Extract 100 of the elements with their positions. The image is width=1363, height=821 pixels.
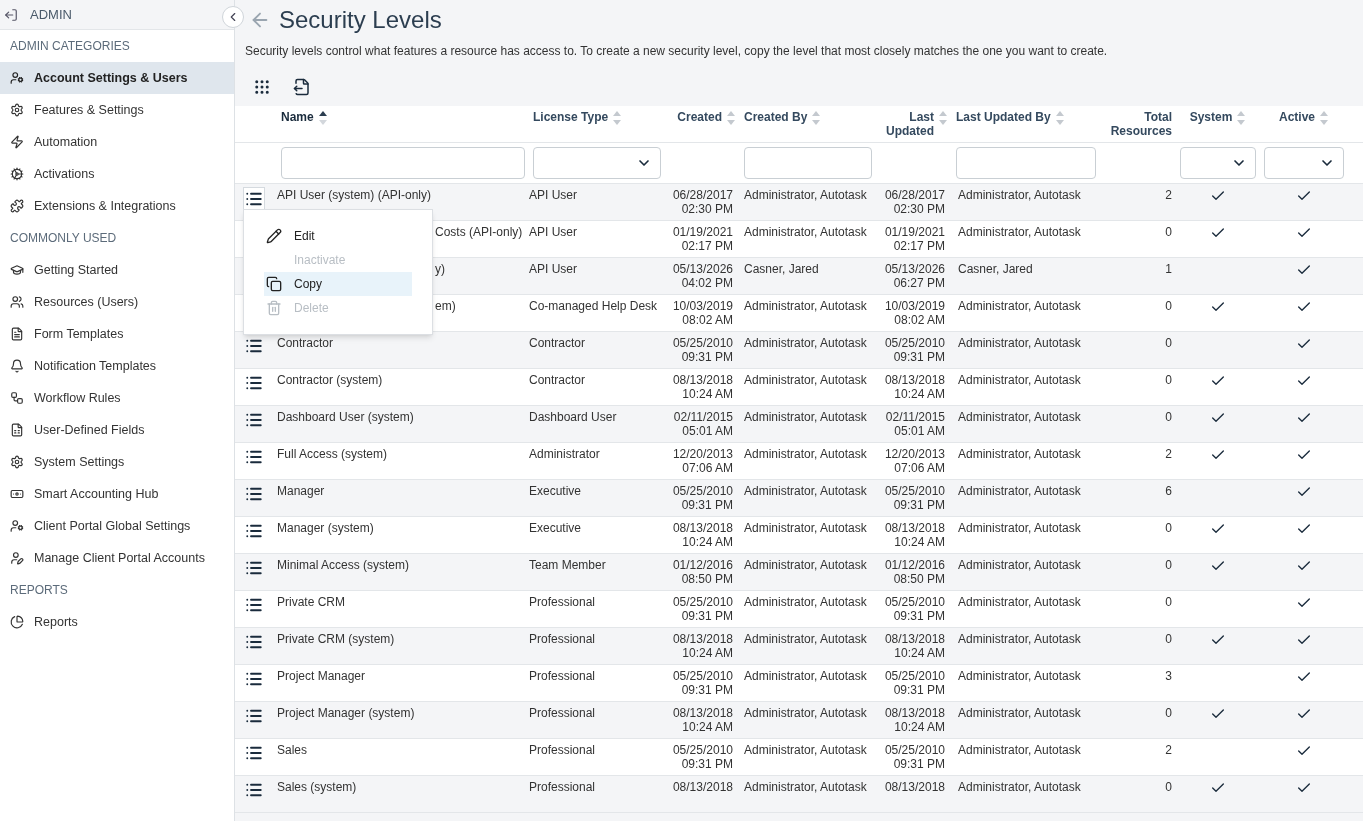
sidebar-item[interactable]: User-Defined Fields (0, 414, 234, 446)
menu-item-icon (10, 615, 24, 629)
time-cell-text: 09:31 PM (892, 350, 945, 364)
filter-field[interactable] (744, 147, 872, 179)
time-cell-text: 08:02 AM (681, 313, 733, 327)
list-icon (245, 781, 263, 799)
time-cell-text: 09:31 PM (892, 609, 945, 623)
sidebar-item[interactable]: Account Settings & Users (0, 62, 234, 94)
time-cell-text: 10:24 AM (893, 720, 945, 734)
date-cell-text: 10/03/2019 (883, 299, 945, 313)
sidebar-header: ADMIN (30, 5, 72, 24)
menu-item[interactable]: Edit (264, 224, 412, 248)
date-cell-text: 12/20/2013 (883, 447, 945, 461)
section-title: REPORTS (9, 582, 69, 599)
created-by-cell: Administrator, Autotask (744, 595, 867, 609)
license-cell: Executive (529, 521, 582, 535)
name-cell: Project Manager (system) (277, 706, 415, 720)
export-icon[interactable] (293, 78, 311, 96)
updated-by-cell: Administrator, Autotask (958, 225, 1081, 239)
license-cell: API User (529, 225, 577, 239)
time-cell-text: 06:27 PM (892, 276, 945, 290)
date-cell-text: 02/11/2015 (884, 410, 945, 424)
name-cell: Dashboard User (system) (277, 410, 414, 424)
name-cell: Minimal Access (system) (277, 558, 410, 572)
total-cell: 2 (1165, 447, 1172, 461)
license-cell: API User (529, 262, 577, 276)
sidebar-item[interactable]: System Settings (0, 446, 234, 478)
column-header[interactable]: Active (1279, 110, 1315, 124)
sidebar-item[interactable]: Manage Client Portal Accounts (0, 542, 234, 574)
sidebar-item[interactable]: Automation (0, 126, 234, 158)
page-description: Security levels control what features a resource has access to. To create a new security level, copy the level that most closely matches the one you want to create. (244, 43, 1109, 60)
time-cell-text: 09:31 PM (680, 757, 733, 771)
name-cell: Manager (system) (277, 521, 374, 535)
list-icon (245, 374, 263, 392)
section-title: ADMIN CATEGORIES (9, 38, 131, 55)
filter-field[interactable] (281, 147, 525, 179)
column-header[interactable]: Last Updated By (956, 110, 1051, 124)
license-cell: Professional (529, 743, 596, 757)
menu-item[interactable]: Copy (264, 272, 412, 296)
name-cell: Contractor (system) (277, 373, 383, 387)
date-cell-text: 10/03/2019 (671, 299, 733, 313)
sidebar-item[interactable]: Activations (0, 158, 234, 190)
sidebar-item[interactable]: Features & Settings (0, 94, 234, 126)
created-by-cell: Administrator, Autotask (744, 743, 867, 757)
total-cell: 1 (1165, 262, 1172, 276)
date-cell-text: 06/28/2017 (883, 188, 945, 202)
time-cell-text: 09:31 PM (892, 683, 945, 697)
updated-by-cell: Administrator, Autotask (958, 336, 1081, 350)
column-header[interactable]: Total Resources (1110, 110, 1172, 138)
column-header[interactable]: Created By (744, 110, 808, 124)
menu-icon (266, 276, 282, 292)
menu-item-icon (10, 263, 24, 277)
menu-item-icon (10, 135, 24, 149)
updated-by-cell: Administrator, Autotask (958, 558, 1081, 572)
sidebar-item[interactable]: Resources (Users) (0, 286, 234, 318)
sidebar-item[interactable]: Reports (0, 606, 234, 638)
exit-icon[interactable] (4, 7, 18, 22)
date-cell-text: 05/25/2010 (883, 595, 945, 609)
grid-icon[interactable] (253, 78, 271, 96)
sidebar-item[interactable]: Extensions & Integrations (0, 190, 234, 222)
created-by-cell: Administrator, Autotask (744, 410, 867, 424)
license-cell: Professional (529, 595, 596, 609)
name-cell: Private CRM (277, 595, 345, 609)
menu-item-icon (10, 455, 24, 469)
name-cell: Private CRM (system) (277, 632, 395, 646)
column-header[interactable]: License Type (533, 110, 609, 124)
sidebar-item[interactable]: Client Portal Global Settings (0, 510, 234, 542)
date-cell-text: 05/25/2010 (671, 669, 733, 683)
column-header[interactable]: Name (281, 110, 314, 124)
name-cell: Full Access (system) (277, 447, 387, 461)
column-header[interactable]: Created (677, 110, 722, 124)
sidebar-item[interactable]: Workflow Rules (0, 382, 234, 414)
time-cell-text: 09:31 PM (892, 757, 945, 771)
column-header[interactable]: System (1189, 110, 1233, 124)
date-cell-text: 08/13/2018 (671, 521, 733, 535)
created-by-cell: Casner, Jared (744, 262, 819, 276)
license-cell: Administrator (529, 447, 600, 461)
row-menu-button[interactable] (243, 187, 265, 209)
time-cell-text: 05:01 AM (681, 424, 733, 438)
sidebar-item[interactable]: Notification Templates (0, 350, 234, 382)
date-cell-text: 08/13/2018 (671, 373, 733, 387)
menu-item-icon (10, 519, 24, 533)
date-cell-text: 08/13/2018 (883, 780, 945, 794)
total-cell: 2 (1165, 743, 1172, 757)
license-cell: Co-managed Help Desk (529, 299, 658, 313)
sort-icon[interactable] (317, 110, 328, 126)
column-header[interactable]: Last Updated (880, 110, 934, 138)
time-cell-text: 10:24 AM (681, 387, 733, 401)
list-icon (245, 633, 263, 651)
time-cell-text: 08:02 AM (893, 313, 945, 327)
sidebar-item[interactable]: Form Templates (0, 318, 234, 350)
date-cell-text: 05/25/2010 (671, 743, 733, 757)
list-icon (245, 744, 263, 762)
time-cell-text: 02:30 PM (892, 202, 945, 216)
total-cell: 2 (1165, 188, 1172, 202)
sidebar-item[interactable]: Getting Started (0, 254, 234, 286)
sidebar-item[interactable]: Smart Accounting Hub (0, 478, 234, 510)
list-icon (245, 707, 263, 725)
time-cell-text: 02:17 PM (680, 239, 733, 253)
filter-field[interactable] (956, 147, 1096, 179)
